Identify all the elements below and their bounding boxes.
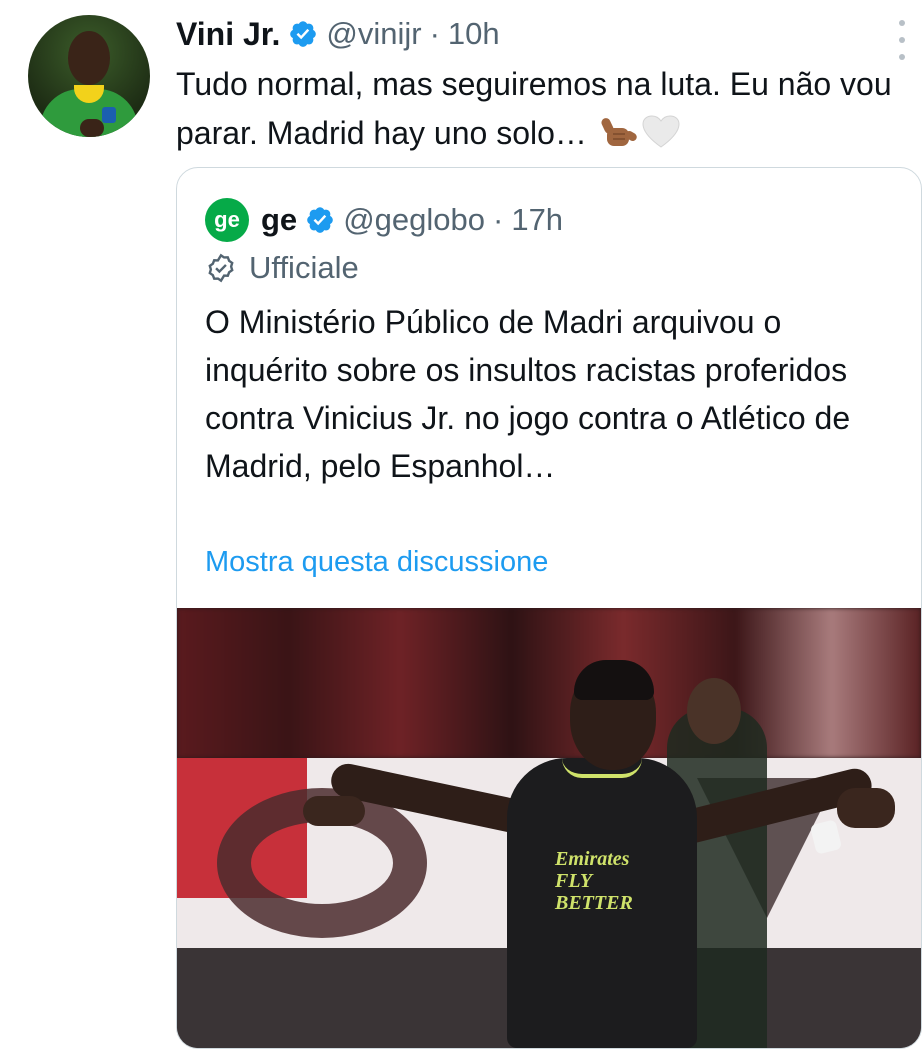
- official-label-text: Ufficiale: [249, 250, 359, 285]
- tweet-timestamp[interactable]: 10h: [448, 16, 500, 52]
- author-handle[interactable]: @vinijr: [326, 16, 421, 52]
- call-me-hand-emoji-icon: [601, 118, 637, 146]
- verified-badge-icon: [290, 21, 317, 47]
- quoted-author-name[interactable]: ge: [261, 202, 297, 238]
- tweet-text: Tudo normal, mas seguiremos na luta. Eu …: [176, 60, 896, 158]
- quoted-author-handle[interactable]: @geglobo: [343, 202, 485, 238]
- tweet-header: Vini Jr. @vinijr · 10h: [176, 14, 500, 54]
- quoted-tweet-card[interactable]: ge ge @geglobo · 17h Ufficiale O Ministé…: [176, 167, 922, 1049]
- quoted-tweet-timestamp[interactable]: 17h: [511, 202, 563, 238]
- quoted-tweet-header: ge ge @geglobo · 17h: [205, 198, 563, 242]
- official-badge-icon: [208, 253, 234, 283]
- tweet-body: Tudo normal, mas seguiremos na luta. Eu …: [176, 66, 892, 151]
- photo-crowd-background: [177, 608, 921, 758]
- more-options-icon[interactable]: [896, 20, 908, 60]
- verified-badge-icon: [307, 207, 333, 233]
- jersey-sponsor-text: Emirates FLY BETTER: [555, 848, 633, 914]
- dot-separator: ·: [493, 202, 504, 237]
- ge-logo[interactable]: ge: [205, 198, 249, 242]
- official-label: Ufficiale: [205, 248, 359, 288]
- quoted-tweet-text: O Ministério Público de Madri arquivou o…: [205, 304, 851, 484]
- dot-separator: ·: [429, 16, 440, 51]
- white-heart-emoji-icon: [642, 115, 680, 148]
- author-avatar[interactable]: [28, 15, 150, 137]
- tweet-photo[interactable]: Emirates FLY BETTER: [177, 608, 921, 1048]
- show-thread-link[interactable]: Mostra questa discussione: [205, 546, 548, 579]
- author-name[interactable]: Vini Jr.: [176, 16, 280, 53]
